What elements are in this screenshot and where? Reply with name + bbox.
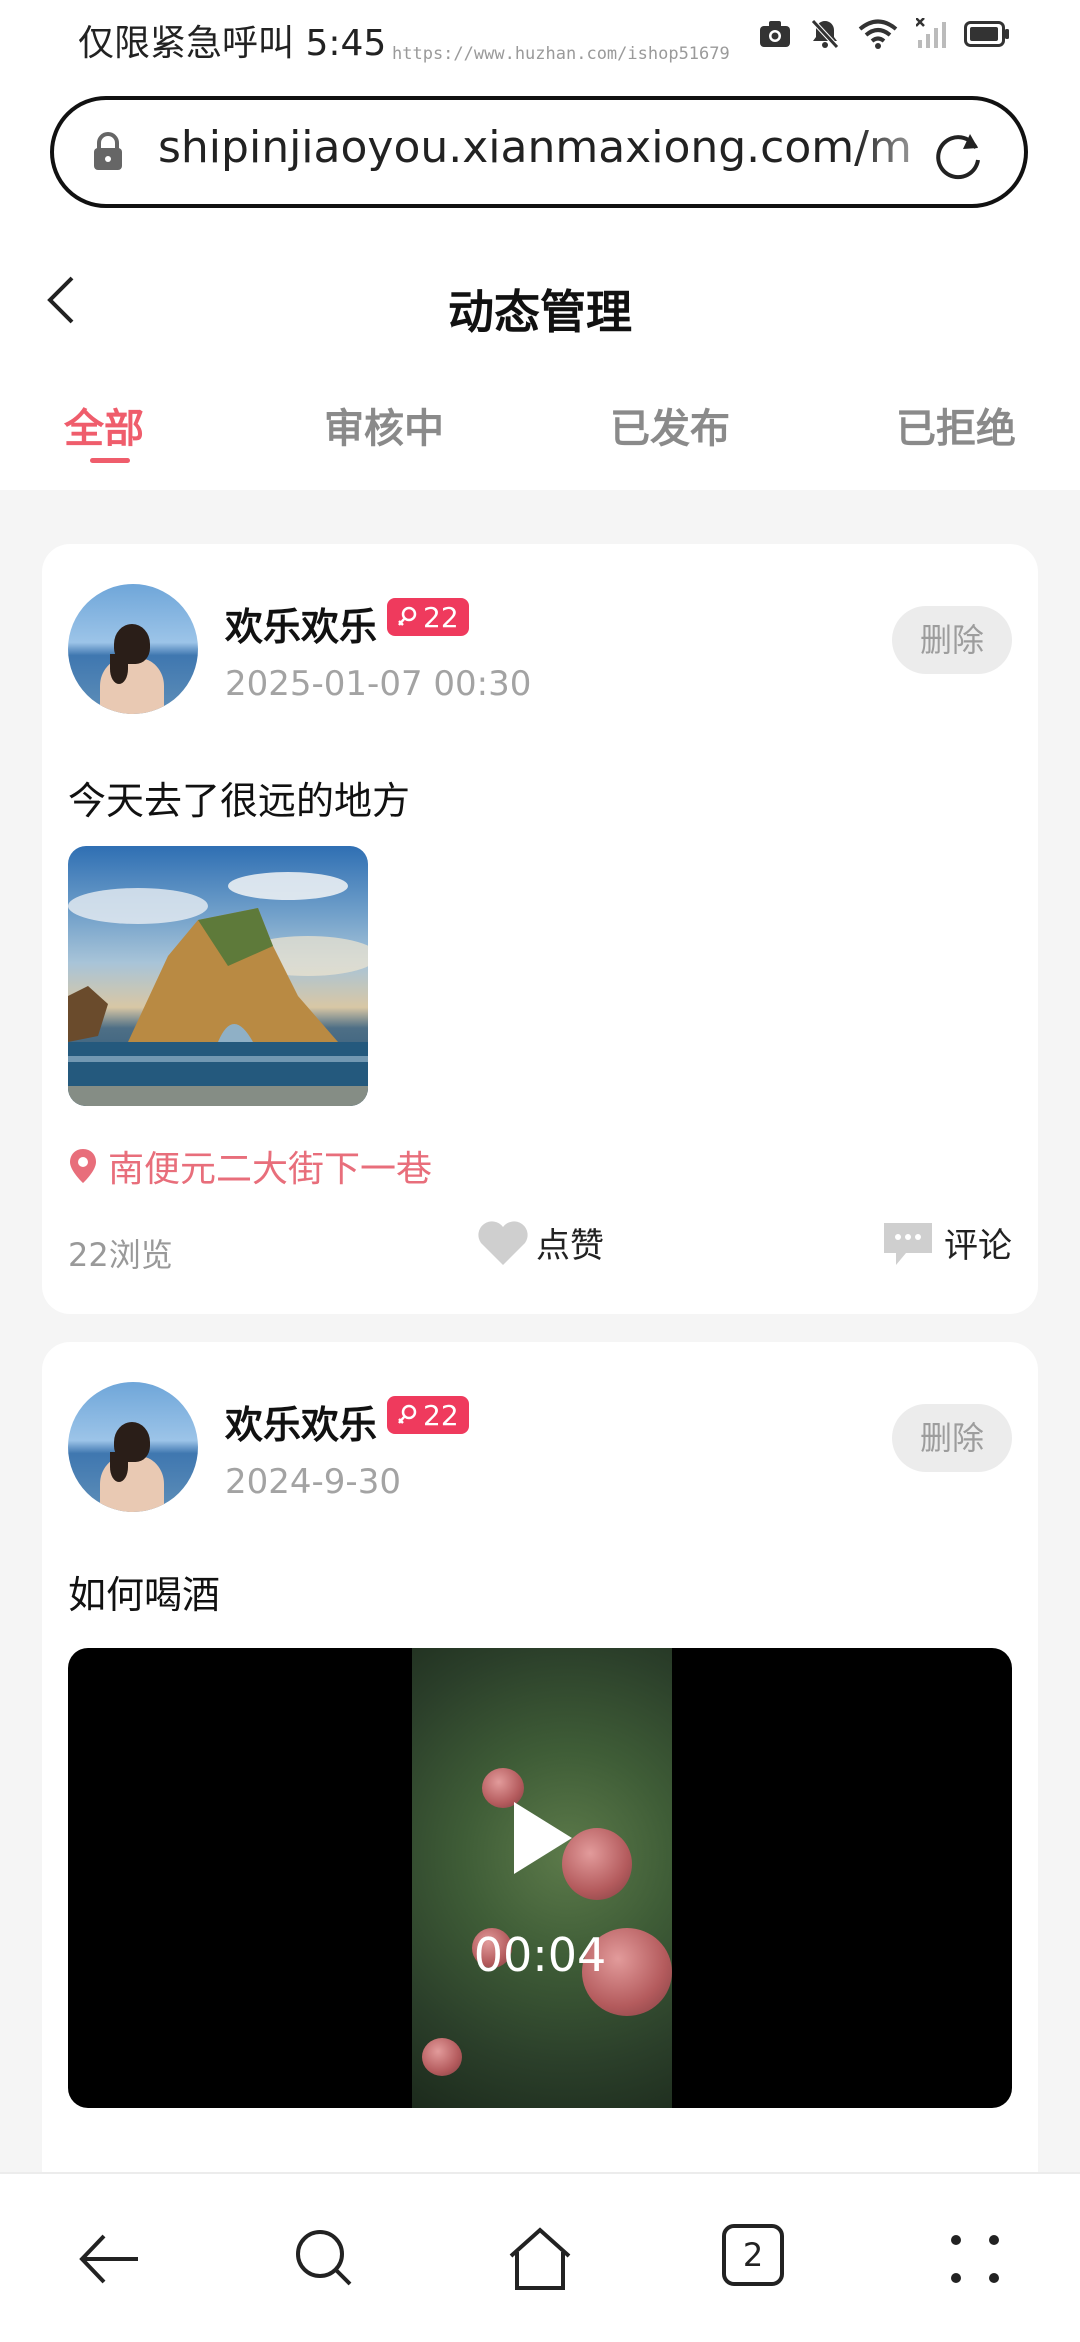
post-time: 2025-01-07 00:30	[225, 664, 532, 704]
post-location[interactable]: 南便元二大街下一巷	[68, 1140, 432, 1192]
post-image[interactable]	[68, 846, 368, 1106]
play-icon[interactable]	[508, 1798, 578, 1878]
video-player[interactable]: 00:04	[68, 1648, 1012, 2108]
tab-all[interactable]: 全部	[64, 396, 144, 454]
video-duration: 00:04	[473, 1928, 607, 1982]
like-label: 点赞	[536, 1226, 604, 1266]
camera-icon	[760, 21, 790, 47]
post-card: 欢乐欢乐 22 2025-01-07 00:30 删除 今天去了很远的地方 南便…	[42, 544, 1038, 1314]
heart-icon	[478, 1220, 528, 1265]
post-text: 如何喝酒	[68, 1573, 221, 1617]
delete-button[interactable]: 删除	[892, 606, 1012, 674]
delete-button[interactable]: 删除	[892, 1404, 1012, 1472]
age-badge: 22	[387, 1396, 469, 1434]
more-menu-icon[interactable]	[940, 2224, 1010, 2294]
status-carrier-time: 仅限紧急呼叫 5:45	[78, 23, 387, 64]
post-username: 欢乐欢乐	[225, 1403, 378, 1447]
signal-none-icon	[916, 18, 946, 48]
avatar[interactable]	[68, 1382, 198, 1512]
wifi-icon	[858, 19, 898, 49]
female-icon	[398, 1404, 417, 1424]
search-icon[interactable]	[290, 2224, 360, 2294]
like-button[interactable]: 点赞	[476, 1218, 604, 1267]
address-bar[interactable]: shipinjiaoyou.xianmaxiong.com/m	[50, 96, 1028, 208]
post-username: 欢乐欢乐	[225, 605, 378, 649]
comment-icon	[884, 1222, 932, 1265]
status-icons	[758, 18, 1010, 50]
battery-icon	[964, 21, 1009, 47]
browser-toolbar: shipinjiaoyou.xianmaxiong.com/m	[0, 80, 1080, 230]
page-header: 动态管理	[0, 230, 1080, 360]
comment-label: 评论	[944, 1226, 1012, 1266]
post-card: 欢乐欢乐 22 2024-9-30 删除 如何喝酒 00:04	[42, 1342, 1038, 2242]
back-icon[interactable]	[74, 2224, 144, 2294]
age-value: 22	[423, 1398, 459, 1432]
video-thumbnail	[412, 1648, 672, 2108]
age-badge: 22	[387, 598, 469, 636]
post-text: 今天去了很远的地方	[68, 779, 411, 823]
tab-published[interactable]: 已发布	[610, 396, 730, 454]
location-text: 南便元二大街下一巷	[108, 1149, 433, 1190]
tab-reviewing[interactable]: 审核中	[324, 396, 444, 454]
tab-rejected[interactable]: 已拒绝	[896, 396, 1016, 454]
reload-icon[interactable]	[930, 128, 986, 184]
comment-button[interactable]: 评论	[882, 1218, 1012, 1267]
post-time: 2024-9-30	[225, 1462, 401, 1502]
status-bar: 仅限紧急呼叫 5:45 https://www.huzhan.com/ishop…	[0, 0, 1080, 80]
lock-icon	[94, 132, 122, 170]
age-value: 22	[423, 600, 459, 634]
tabs-count-button[interactable]: 2	[722, 2224, 784, 2286]
page-title: 动态管理	[448, 285, 632, 339]
view-count: 22浏览	[68, 1236, 173, 1274]
location-pin-icon	[70, 1149, 96, 1183]
female-icon	[398, 606, 417, 626]
watermark-text: https://www.huzhan.com/ishop51679	[392, 44, 730, 64]
home-icon[interactable]	[505, 2224, 575, 2294]
url-text[interactable]: shipinjiaoyou.xianmaxiong.com/m	[158, 122, 948, 182]
tabs-count: 2	[742, 2236, 764, 2274]
mute-bell-icon	[811, 19, 839, 49]
avatar[interactable]	[68, 584, 198, 714]
browser-bottom-nav: 2	[0, 2172, 1080, 2342]
active-tab-indicator	[90, 458, 130, 463]
status-tabs: 全部 审核中 已发布 已拒绝	[0, 360, 1080, 490]
